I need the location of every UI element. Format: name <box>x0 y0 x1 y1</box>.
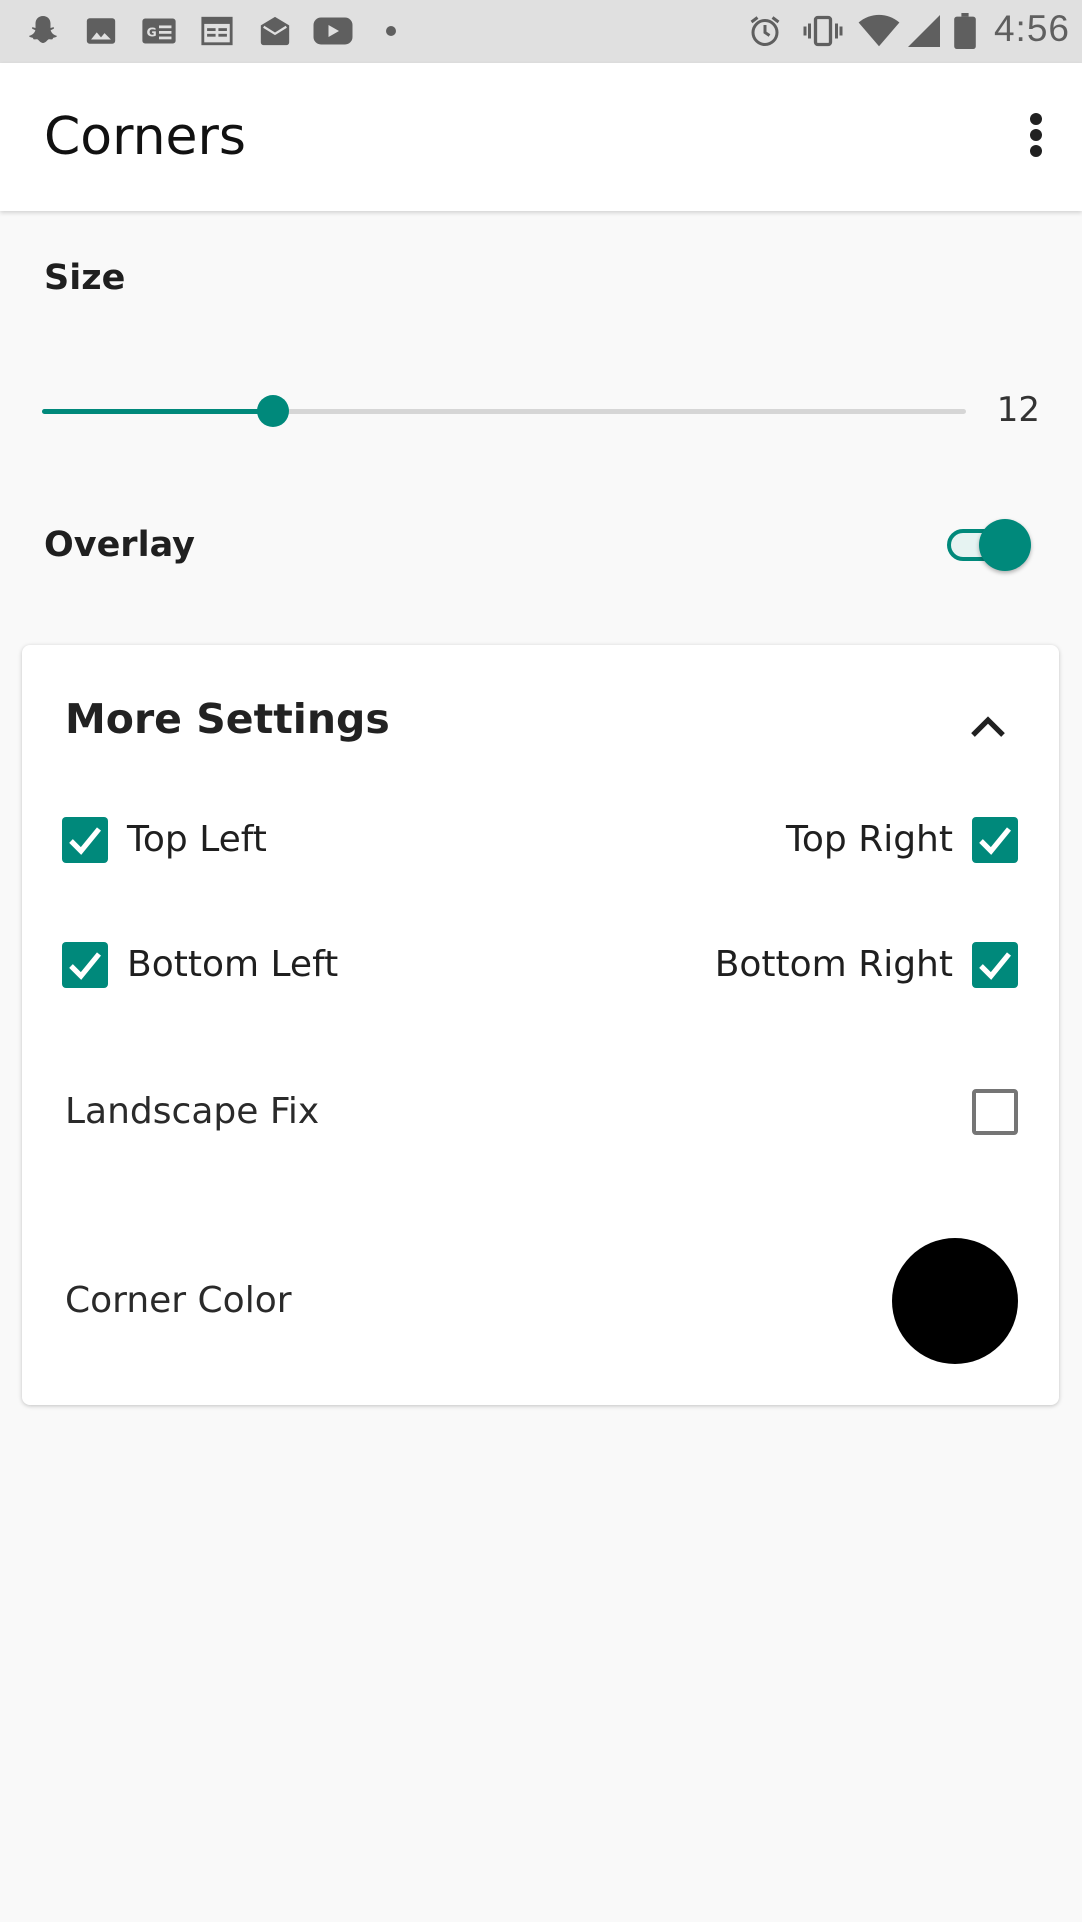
size-label: Size <box>44 258 126 298</box>
bottom-left-label: Bottom Left <box>127 944 339 985</box>
overflow-menu-button[interactable] <box>1000 99 1072 171</box>
corner-color-swatch[interactable] <box>892 1238 1018 1364</box>
status-bar: G 4:56 <box>0 0 1082 63</box>
top-right-checkbox[interactable] <box>972 817 1018 863</box>
snapchat-icon <box>22 11 64 51</box>
signal-icon <box>906 11 942 51</box>
toggle-thumb <box>979 519 1031 571</box>
more-settings-title: More Settings <box>65 695 390 743</box>
battery-icon <box>950 11 980 51</box>
check-icon <box>69 827 102 855</box>
more-settings-card: More Settings Top Left Top Right Bottom … <box>22 645 1059 1405</box>
svg-text:G: G <box>147 25 157 40</box>
top-left-checkbox[interactable] <box>62 817 108 863</box>
check-icon <box>979 952 1012 980</box>
landscape-fix-checkbox[interactable] <box>972 1089 1018 1135</box>
bottom-right-checkbox[interactable] <box>972 942 1018 988</box>
dot-icon <box>378 11 404 51</box>
more-vert-icon <box>1030 113 1042 157</box>
chevron-up-icon <box>971 716 1005 737</box>
vibrate-icon <box>800 11 846 51</box>
alarm-icon <box>744 11 786 51</box>
overlay-label: Overlay <box>44 525 195 565</box>
corner-color-label: Corner Color <box>65 1280 292 1321</box>
top-right-label: Top Right <box>786 819 953 860</box>
check-icon <box>979 827 1012 855</box>
overlay-toggle[interactable] <box>945 517 1031 573</box>
top-left-label: Top Left <box>127 819 267 860</box>
clock: 4:56 <box>993 8 1070 49</box>
youtube-icon <box>310 11 356 51</box>
news-icon: G <box>138 11 180 51</box>
wifi-icon <box>856 11 902 51</box>
size-value: 12 <box>996 390 1040 430</box>
bottom-left-checkbox[interactable] <box>62 942 108 988</box>
app-bar: Corners <box>0 63 1082 211</box>
check-icon <box>69 952 102 980</box>
inbox-icon <box>254 11 296 51</box>
slider-thumb[interactable] <box>257 395 289 427</box>
landscape-fix-label: Landscape Fix <box>65 1091 320 1132</box>
size-slider[interactable] <box>42 390 966 432</box>
collapse-button[interactable] <box>960 699 1016 755</box>
page-title: Corners <box>44 107 247 167</box>
gallery-icon <box>80 11 122 51</box>
calendar-icon <box>196 11 238 51</box>
bottom-right-label: Bottom Right <box>714 944 953 985</box>
slider-fill <box>42 409 273 414</box>
